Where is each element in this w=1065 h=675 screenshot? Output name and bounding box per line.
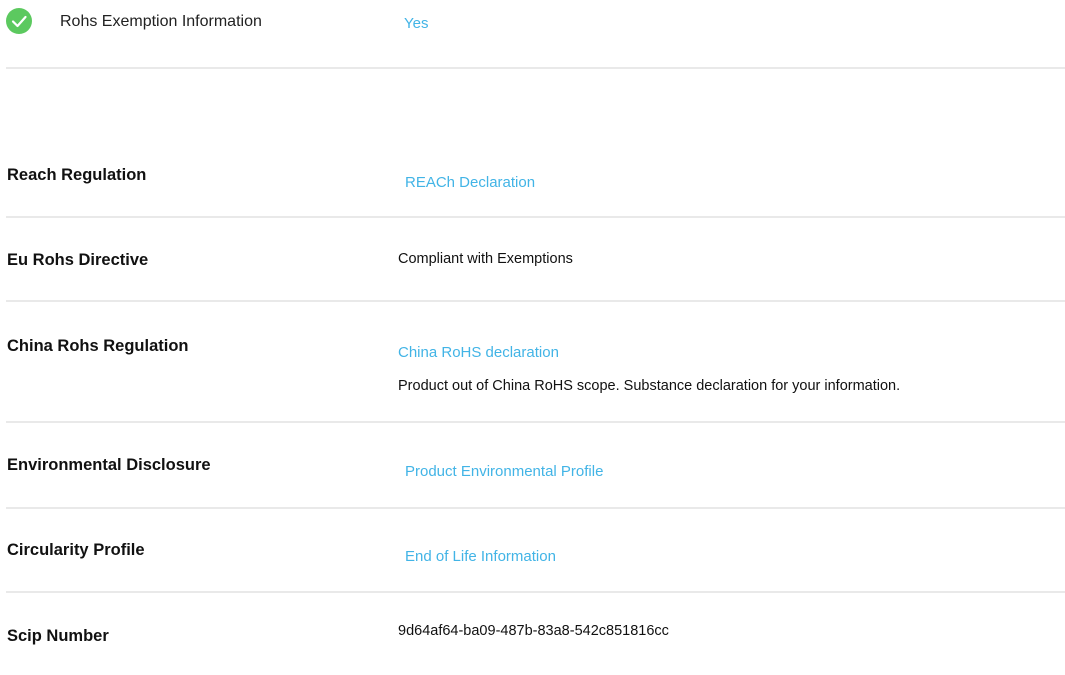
reach-regulation-label: Reach Regulation [7, 166, 147, 184]
china-rohs-declaration-link[interactable]: China RoHS declaration [398, 344, 559, 361]
rohs-exemption-row: Rohs Exemption Information Yes [6, 8, 1065, 40]
reach-declaration-link[interactable]: REACh Declaration [405, 174, 535, 191]
environmental-disclosure-label: Environmental Disclosure [7, 456, 211, 474]
product-environmental-profile-link[interactable]: Product Environmental Profile [405, 463, 603, 480]
divider [6, 507, 1065, 509]
divider [6, 67, 1065, 69]
china-rohs-scope-note: Product out of China RoHS scope. Substan… [398, 378, 901, 394]
divider [6, 300, 1065, 302]
eu-rohs-directive-value: Compliant with Exemptions [398, 251, 573, 267]
check-circle-icon [6, 8, 32, 34]
china-rohs-regulation-label: China Rohs Regulation [7, 337, 189, 355]
end-of-life-information-link[interactable]: End of Life Information [405, 548, 556, 565]
environmental-compliance-panel: Rohs Exemption Information Yes Reach Reg… [0, 0, 1065, 675]
eu-rohs-directive-label: Eu Rohs Directive [7, 251, 149, 269]
divider [6, 591, 1065, 593]
rohs-exemption-value-link[interactable]: Yes [404, 15, 428, 32]
divider [6, 421, 1065, 423]
circularity-profile-label: Circularity Profile [7, 541, 145, 559]
rohs-exemption-label: Rohs Exemption Information [60, 13, 262, 30]
scip-number-value: 9d64af64-ba09-487b-83a8-542c851816cc [398, 623, 669, 639]
divider [6, 216, 1065, 218]
scip-number-label: Scip Number [7, 627, 109, 645]
